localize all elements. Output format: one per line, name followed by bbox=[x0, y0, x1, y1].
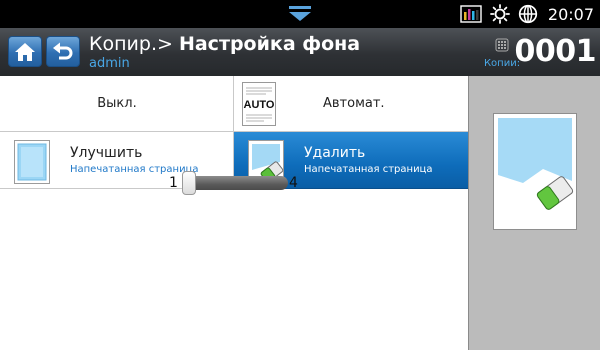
option-auto-label: Автомат. bbox=[323, 96, 385, 111]
slider-track[interactable] bbox=[182, 176, 288, 190]
clock: 20:07 bbox=[547, 4, 594, 24]
status-bar: 20:07 bbox=[0, 0, 600, 28]
back-arrow-icon bbox=[53, 42, 73, 59]
slider-max-label: 4 bbox=[289, 175, 298, 191]
slider-min-label: 1 bbox=[169, 175, 178, 191]
brightness-icon bbox=[489, 4, 510, 24]
home-button[interactable] bbox=[8, 36, 42, 67]
option-auto[interactable]: AUTO Автомат. bbox=[234, 76, 468, 132]
option-enhance-title: Улучшить bbox=[70, 145, 143, 161]
preview-page-icon bbox=[493, 113, 577, 230]
page-title: Копир.> Настройка фона admin bbox=[89, 33, 360, 71]
globe-icon[interactable] bbox=[518, 4, 538, 24]
copies-count[interactable]: 0001 bbox=[515, 34, 597, 69]
title-main: Настройка фона bbox=[178, 33, 361, 55]
option-erase-title: Удалить bbox=[304, 145, 366, 161]
option-off-label: Выкл. bbox=[97, 96, 137, 111]
option-off[interactable]: Выкл. bbox=[0, 76, 234, 132]
keypad-icon[interactable] bbox=[495, 38, 509, 52]
back-button[interactable] bbox=[46, 36, 80, 67]
slider-handle[interactable] bbox=[182, 171, 196, 195]
user-name: admin bbox=[89, 56, 130, 71]
pull-down-icon[interactable] bbox=[286, 5, 314, 23]
bar-graph-icon bbox=[460, 5, 482, 23]
home-icon bbox=[15, 42, 35, 61]
option-enhance-subtitle: Напечатанная страница bbox=[70, 164, 199, 175]
auto-document-icon: AUTO bbox=[242, 82, 276, 126]
enhance-page-icon bbox=[14, 140, 50, 184]
auto-badge: AUTO bbox=[244, 99, 275, 111]
breadcrumb: Копир.> bbox=[89, 33, 173, 55]
background-options: Выкл. AUTO Автомат. Улучшить Напечатанна… bbox=[0, 76, 468, 350]
header-bar: Копир.> Настройка фона admin Копии: 0001 bbox=[0, 28, 600, 76]
preview-panel bbox=[468, 76, 600, 350]
option-erase-subtitle: Напечатанная страница bbox=[304, 164, 433, 175]
